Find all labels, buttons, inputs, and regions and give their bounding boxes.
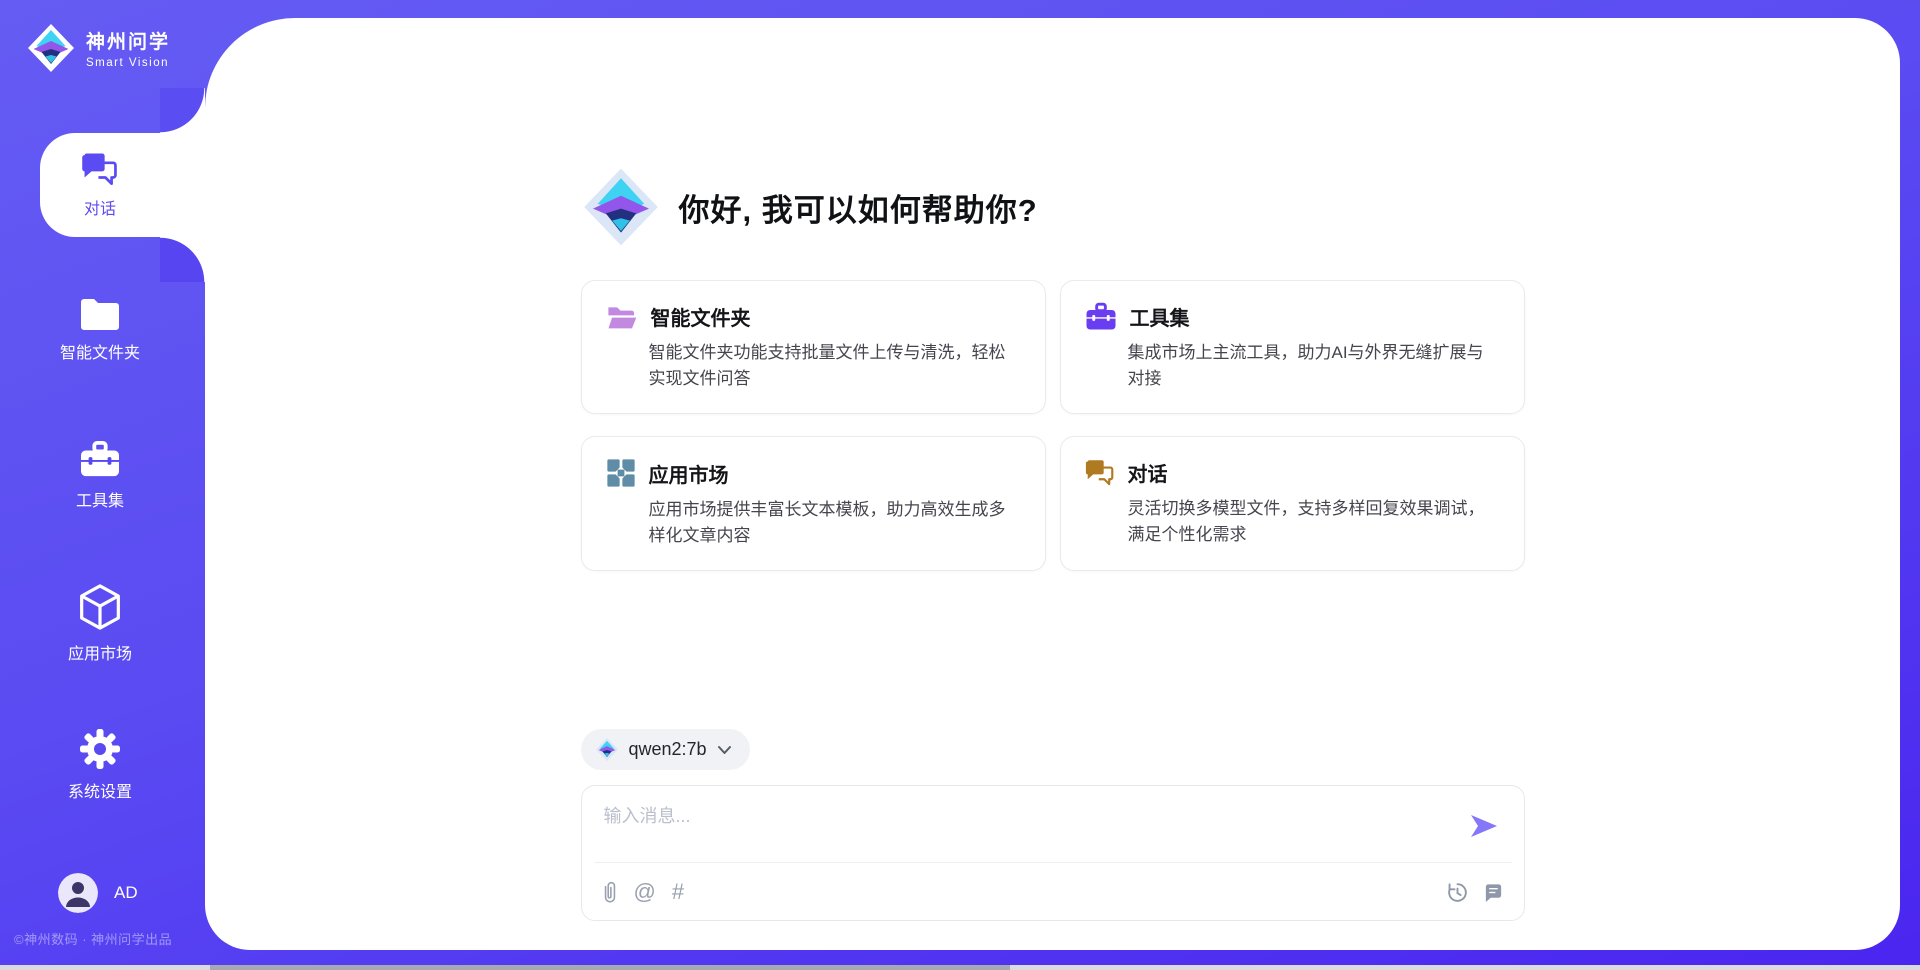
card-title: 对话 [1128,458,1168,487]
sidebar-item-label: 系统设置 [68,778,132,802]
sidebar-item-label: 应用市场 [68,640,132,664]
avatar [58,873,98,913]
at-icon[interactable]: @ [634,881,656,903]
active-nav-fillet-bottom [160,237,205,282]
cube-icon [78,583,122,631]
card-description: 集成市场上主流工具，助力AI与外界无缝扩展与对接 [1128,340,1500,391]
sidebar-item-settings[interactable]: 系统设置 [10,729,190,802]
card-title: 智能文件夹 [651,302,751,331]
composer-divider [594,862,1512,863]
card-smart-folder[interactable]: 智能文件夹 智能文件夹功能支持批量文件上传与清洗，轻松实现文件问答 [581,280,1046,414]
card-title: 工具集 [1130,302,1190,331]
model-gem-icon [595,737,619,762]
card-chat[interactable]: 对话 灵活切换多模型文件，支持多样回复效果调试，满足个性化需求 [1060,436,1525,571]
paperclip-icon[interactable] [602,880,618,904]
gear-icon [80,729,120,769]
greeting-row: 你好, 我可以如何帮助你? [581,165,1525,249]
brand-gem-icon [581,165,661,249]
model-name: qwen2:7b [629,739,707,760]
brand-name: 神州问学 [86,27,170,54]
message-composer: @ # [581,785,1525,921]
model-selector[interactable]: qwen2:7b [581,729,750,770]
send-icon[interactable] [1468,812,1500,840]
copyright-text: ©神州数码 · 神州问学出品 [14,929,172,948]
card-description: 应用市场提供丰富长文本模板，助力高效生成多样化文章内容 [649,497,1021,548]
sidebar-item-toolset[interactable]: 工具集 [10,440,190,511]
chat-icon [81,152,119,186]
card-toolset[interactable]: 工具集 集成市场上主流工具，助力AI与外界无缝扩展与对接 [1060,280,1525,414]
briefcase-icon [1085,302,1117,331]
chat-bubble-icon[interactable] [1483,882,1504,903]
briefcase-icon [79,440,121,478]
feature-cards: 智能文件夹 智能文件夹功能支持批量文件上传与清洗，轻松实现文件问答 工具集 集成… [581,280,1525,571]
sidebar-item-label: 工具集 [76,487,124,511]
brand-subtitle: Smart Vision [86,57,170,69]
main-content-panel: 你好, 我可以如何帮助你? 智能文件夹 智能文件夹功能支持批量文件上传与清洗，轻… [205,18,1900,950]
card-app-market[interactable]: 应用市场 应用市场提供丰富长文本模板，助力高效生成多样化文章内容 [581,436,1046,571]
active-nav-fillet-top [160,88,205,133]
message-input[interactable] [604,802,1434,852]
hash-icon[interactable]: # [672,881,684,903]
user-name: AD [114,883,138,903]
brand-gem-icon [26,22,76,74]
sidebar-item-chat[interactable]: 对话 [40,133,206,237]
card-title: 应用市场 [649,459,729,488]
card-description: 灵活切换多模型文件，支持多样回复效果调试，满足个性化需求 [1128,496,1500,547]
user-avatar-icon [58,873,98,913]
chevron-down-icon [717,745,732,755]
card-description: 智能文件夹功能支持批量文件上传与清洗，轻松实现文件问答 [649,340,1021,391]
grid-icon [606,458,636,488]
horizontal-scrollbar-track [0,965,1920,970]
sidebar-item-label: 对话 [84,195,116,219]
brand-logo: 神州问学 Smart Vision [26,22,170,74]
sidebar-item-label: 智能文件夹 [60,339,140,363]
folder-open-icon [606,303,638,331]
user-profile[interactable]: AD [58,873,138,913]
history-icon[interactable] [1446,881,1469,904]
chat-icon [1085,459,1115,486]
sidebar-item-app-market[interactable]: 应用市场 [10,583,190,664]
horizontal-scrollbar-thumb[interactable] [210,965,1010,970]
greeting-text: 你好, 我可以如何帮助你? [679,185,1038,230]
sidebar-item-smart-folder[interactable]: 智能文件夹 [10,296,190,363]
folder-icon [79,296,121,330]
